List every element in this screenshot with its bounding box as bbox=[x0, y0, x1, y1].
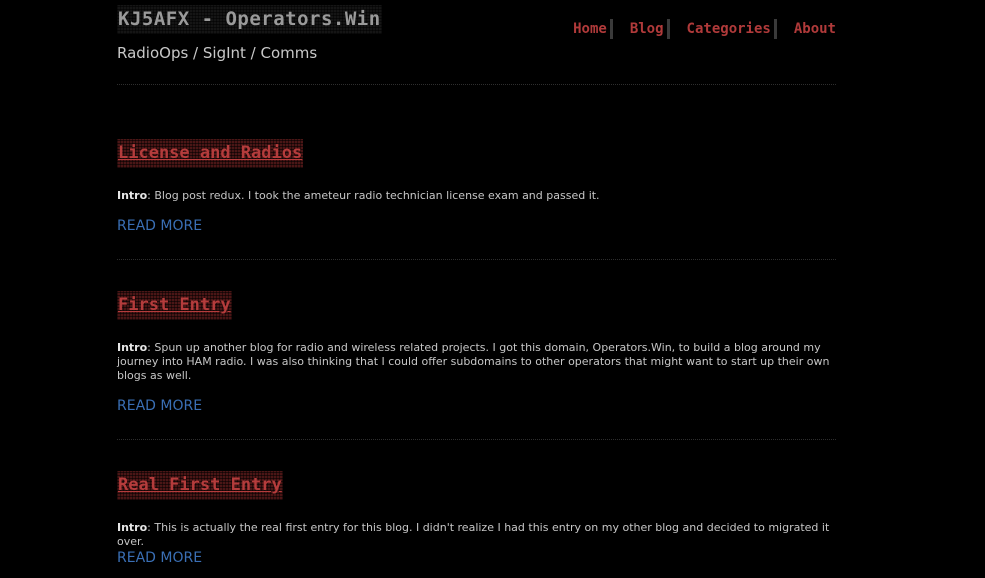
main-nav: Home Blog Categories About bbox=[573, 19, 836, 39]
post-intro: Intro: Blog post redux. I took the amete… bbox=[117, 189, 836, 203]
read-more-link[interactable]: READ MORE bbox=[117, 218, 202, 234]
read-more-link[interactable]: READ MORE bbox=[117, 398, 202, 414]
post-divider bbox=[117, 259, 836, 260]
intro-label: Intro bbox=[117, 521, 148, 534]
nav-separator bbox=[773, 19, 777, 39]
intro-text: : This is actually the real first entry … bbox=[117, 521, 830, 548]
post-intro: Intro: This is actually the real first e… bbox=[117, 521, 836, 549]
nav-categories-link[interactable]: Categories bbox=[686, 19, 774, 39]
post-title-link[interactable]: License and Radios bbox=[117, 139, 303, 168]
nav-home-link[interactable]: Home bbox=[573, 19, 610, 39]
intro-text: : Spun up another blog for radio and wir… bbox=[117, 341, 830, 382]
post-divider bbox=[117, 439, 836, 440]
intro-text: : Blog post redux. I took the ameteur ra… bbox=[147, 189, 600, 202]
post-title-link[interactable]: Real First Entry bbox=[117, 471, 283, 500]
header-divider bbox=[117, 84, 836, 85]
nav-separator bbox=[666, 19, 670, 39]
nav-about-link[interactable]: About bbox=[793, 19, 836, 39]
site-title-link[interactable]: KJ5AFX - Operators.Win bbox=[117, 5, 382, 34]
nav-separator bbox=[609, 19, 613, 39]
nav-blog-link[interactable]: Blog bbox=[629, 19, 667, 39]
intro-label: Intro bbox=[117, 341, 148, 354]
site-tagline: RadioOps / SigInt / Comms bbox=[117, 44, 318, 62]
post-intro: Intro: Spun up another blog for radio an… bbox=[117, 341, 836, 383]
read-more-link[interactable]: READ MORE bbox=[117, 550, 202, 566]
post-title-link[interactable]: First Entry bbox=[117, 291, 232, 320]
intro-label: Intro bbox=[117, 189, 148, 202]
